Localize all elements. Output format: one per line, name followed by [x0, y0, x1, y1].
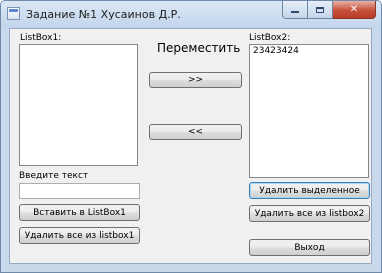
input-label: Введите текст — [19, 171, 89, 181]
app-icon — [7, 7, 20, 20]
form-client-area: ListBox1: Переместить >> << ListBox2: 23… — [9, 28, 372, 264]
listbox1[interactable] — [19, 44, 138, 166]
move-label: Переместить — [157, 41, 241, 55]
main-window: Задание №1 Хусаинов Д.Р. ✕ ListBox1: Пер… — [0, 0, 382, 273]
window-controls: ✕ — [282, 1, 376, 19]
text-input[interactable] — [19, 183, 140, 199]
close-button[interactable]: ✕ — [333, 1, 376, 19]
listbox1-label: ListBox1: — [20, 33, 62, 43]
close-icon: ✕ — [349, 4, 359, 15]
insert-listbox1-button[interactable]: Вставить в ListBox1 — [19, 204, 140, 221]
listbox2[interactable]: 23423424 — [249, 44, 369, 178]
minimize-icon — [291, 11, 299, 13]
title-bar[interactable]: Задание №1 Хусаинов Д.Р. ✕ — [1, 1, 381, 28]
move-left-button[interactable]: << — [149, 124, 242, 140]
list-item[interactable]: 23423424 — [250, 45, 368, 57]
listbox2-label: ListBox2: — [249, 33, 291, 43]
delete-selected-button[interactable]: Удалить выделенное — [249, 182, 370, 199]
exit-button[interactable]: Выход — [249, 239, 370, 256]
maximize-icon — [316, 6, 324, 13]
clear-listbox2-button[interactable]: Удалить все из listbox2 — [249, 205, 370, 222]
maximize-button[interactable] — [308, 1, 333, 19]
clear-listbox1-button[interactable]: Удалить все из listbox1 — [19, 227, 140, 244]
move-right-button[interactable]: >> — [149, 72, 242, 88]
window-title: Задание №1 Хусаинов Д.Р. — [26, 8, 181, 21]
minimize-button[interactable] — [282, 1, 308, 19]
